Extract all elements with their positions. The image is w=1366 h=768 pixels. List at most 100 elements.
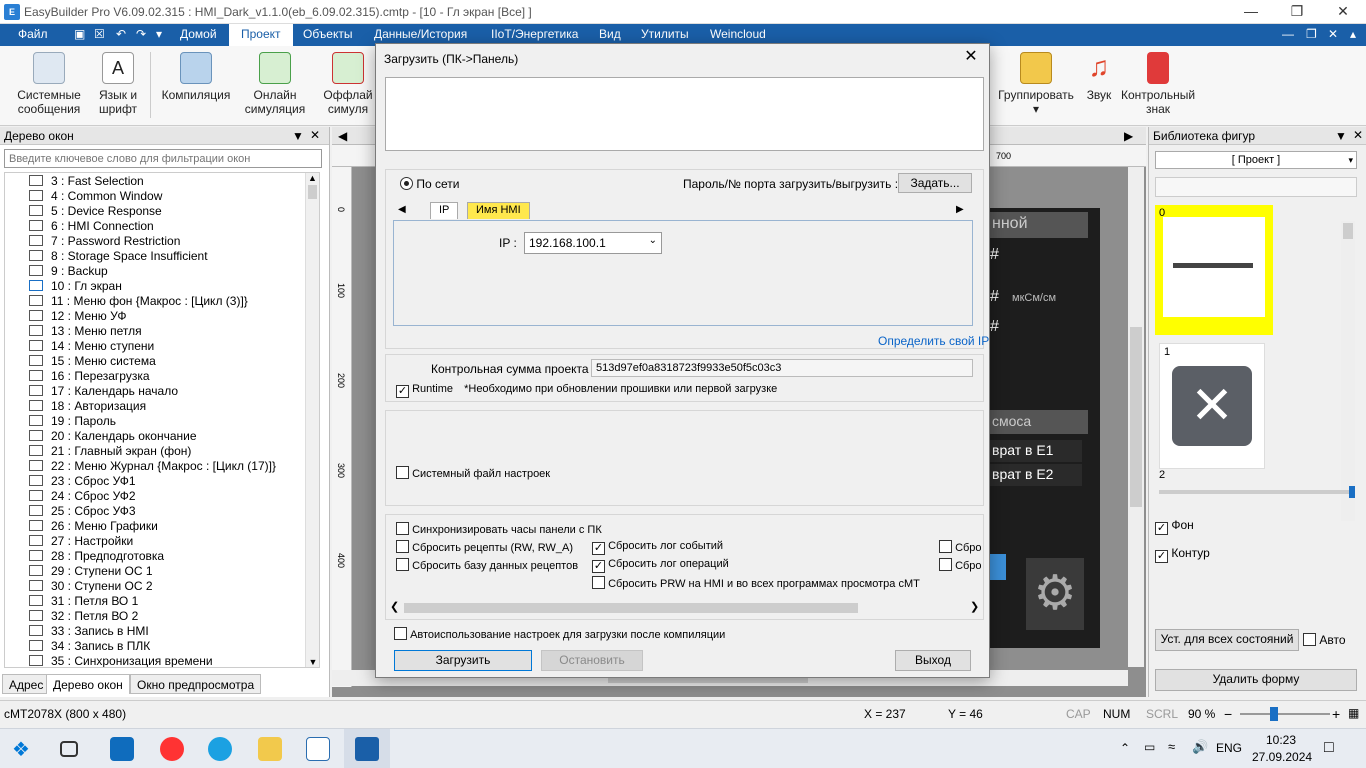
checkbox[interactable] <box>394 627 407 640</box>
tree-item[interactable]: 14 : Меню ступени <box>5 339 154 354</box>
stop-button[interactable]: Остановить <box>541 650 643 671</box>
panel-close-icon[interactable]: ✕ <box>1353 128 1363 142</box>
tree-item[interactable]: 26 : Меню Графики <box>5 519 158 534</box>
detect-ip-link[interactable]: Определить свой IP <box>878 334 989 348</box>
shape-item[interactable]: 1 ✕ <box>1159 343 1265 469</box>
reset-hscroll[interactable]: ❮ ❯ <box>390 600 980 616</box>
tree-item[interactable]: 13 : Меню петля <box>5 324 142 339</box>
tree-item[interactable]: 27 : Настройки <box>5 534 133 549</box>
checkbox[interactable] <box>592 576 605 589</box>
quick-access-dropdown-icon[interactable]: ▾ <box>156 27 162 41</box>
tree-item[interactable]: 5 : Device Response <box>5 204 162 219</box>
checkbox[interactable]: ✓ <box>592 542 605 555</box>
shape-item-selected[interactable]: 0 <box>1155 205 1273 335</box>
tree-item[interactable]: 30 : Ступени ОС 2 <box>5 579 153 594</box>
canvas-vscroll[interactable] <box>1128 167 1144 667</box>
clock-time[interactable]: 10:23 <box>1266 733 1296 747</box>
shape-list-scrollbar[interactable] <box>1341 221 1355 521</box>
reset-recipes-checkbox[interactable]: Сбросить рецепты (RW, RW_A) <box>396 540 573 554</box>
fill-checkbox[interactable]: ✓ Фон <box>1155 518 1194 535</box>
tree-item[interactable]: 15 : Меню система <box>5 354 156 369</box>
checkbox[interactable] <box>1303 633 1316 646</box>
tree-item[interactable]: 32 : Петля ВО 2 <box>5 609 138 624</box>
tree-item[interactable]: 21 : Главный экран (фон) <box>5 444 191 459</box>
tree-item[interactable]: 3 : Fast Selection <box>5 174 144 189</box>
outline-checkbox[interactable]: ✓ Контур <box>1155 546 1210 563</box>
tree-item[interactable]: 34 : Запись в ПЛК <box>5 639 150 654</box>
scroll-right-tab-icon[interactable]: ▶ <box>1124 129 1133 143</box>
ip-combobox[interactable]: 192.168.100.1 ⌄ <box>524 232 662 254</box>
shape-size-slider[interactable] <box>1159 486 1355 498</box>
scroll-left-tab-icon[interactable]: ◀ <box>338 129 347 143</box>
compile-button[interactable]: Компиляция <box>158 52 234 102</box>
auto-use-settings-checkbox[interactable]: Автоиспользование настроек для загрузки … <box>394 627 725 641</box>
tree-item[interactable]: 12 : Меню УФ <box>5 309 126 324</box>
edge-icon[interactable] <box>208 737 232 761</box>
shape-item[interactable]: 2 <box>1159 469 1165 481</box>
download-button[interactable]: Загрузить <box>394 650 532 671</box>
fit-screen-icon[interactable]: ▦ <box>1348 706 1359 720</box>
exit-button[interactable]: Выход <box>895 650 971 671</box>
tab-preview-window[interactable]: Окно предпросмотра <box>130 674 262 694</box>
menu-file[interactable]: Файл <box>18 27 48 41</box>
menu-data-history[interactable]: Данные/История <box>374 27 467 41</box>
menu-home[interactable]: Домой <box>180 27 217 41</box>
auto-checkbox[interactable]: Авто <box>1303 633 1346 647</box>
radio-button[interactable] <box>400 177 413 190</box>
mdi-minimize-icon[interactable]: — <box>1282 27 1294 41</box>
group-button[interactable]: Группировать ▾ <box>994 52 1078 116</box>
notification-icon[interactable]: □ <box>1324 739 1334 757</box>
set-all-states-button[interactable]: Уст. для всех состояний <box>1155 629 1299 651</box>
tab-scroll-right-icon[interactable]: ▶ <box>956 204 964 215</box>
panel-dropdown-icon[interactable]: ▼ <box>1335 129 1347 143</box>
easybuilder-taskbar-item[interactable] <box>344 729 390 768</box>
tree-item[interactable]: 10 : Гл экран <box>5 279 122 294</box>
tree-item[interactable]: 22 : Меню Журнал {Макрос : [Цикл (17)]} <box>5 459 276 474</box>
slider-thumb[interactable] <box>1349 486 1355 498</box>
scroll-right-icon[interactable]: ❯ <box>970 600 979 613</box>
tree-item[interactable]: 25 : Сброс УФ3 <box>5 504 136 519</box>
scroll-down-icon[interactable]: ▼ <box>306 657 319 667</box>
minimize-button[interactable]: — <box>1228 0 1274 24</box>
sync-clock-checkbox[interactable]: Синхронизировать часы панели с ПК <box>396 522 602 536</box>
reset-recipe-db-checkbox[interactable]: Сбросить базу данных рецептов <box>396 558 578 572</box>
tree-item[interactable]: 17 : Календарь начало <box>5 384 178 399</box>
tray-chevron-icon[interactable]: ⌃ <box>1120 741 1130 755</box>
shape-list-scroll-thumb[interactable] <box>1343 223 1353 239</box>
checkbox[interactable] <box>396 522 409 535</box>
menu-view[interactable]: Вид <box>599 27 621 41</box>
mdi-restore-icon[interactable]: ❐ <box>1306 27 1317 41</box>
zoom-slider-thumb[interactable] <box>1270 707 1278 721</box>
reset-extra-checkbox[interactable]: Сбро <box>939 558 982 572</box>
speaker-icon[interactable]: 🔊 <box>1192 739 1208 755</box>
tree-item[interactable]: 20 : Календарь окончание <box>5 429 197 444</box>
tree-item[interactable]: 24 : Сброс УФ2 <box>5 489 136 504</box>
canvas-vscroll-thumb[interactable] <box>1130 327 1142 507</box>
tree-item[interactable]: 9 : Backup <box>5 264 108 279</box>
undo-icon[interactable]: ↶ <box>116 27 126 41</box>
tree-item[interactable]: 23 : Сброс УФ1 <box>5 474 136 489</box>
panel-dropdown-icon[interactable]: ▼ <box>292 129 304 143</box>
tab-scroll-left-icon[interactable]: ◀ <box>398 204 406 215</box>
set-password-button[interactable]: Задать... <box>898 173 972 193</box>
language-font-button[interactable]: A Язык и шрифт <box>92 52 144 116</box>
scroll-up-icon[interactable]: ▲ <box>306 173 319 183</box>
tree-item[interactable]: 7 : Password Restriction <box>5 234 180 249</box>
zoom-slider[interactable] <box>1240 707 1330 721</box>
app-taskbar-icon[interactable] <box>306 737 330 761</box>
tree-item[interactable]: 8 : Storage Space Insufficient <box>5 249 208 264</box>
reset-operation-log-checkbox[interactable]: ✓ Сбросить лог операций <box>592 558 729 573</box>
close-doc-icon[interactable]: ☒ <box>94 27 105 41</box>
task-view-icon[interactable] <box>60 741 78 757</box>
yandex-browser-icon[interactable] <box>160 737 184 761</box>
tree-item[interactable]: 11 : Меню фон {Макрос : [Цикл (3)]} <box>5 294 248 309</box>
checkbox[interactable]: ✓ <box>1155 522 1168 535</box>
tree-item[interactable]: 33 : Запись в HMI <box>5 624 149 639</box>
help-icon[interactable]: ▴ <box>1350 27 1356 41</box>
tree-filter-input[interactable] <box>4 149 322 168</box>
tree-item[interactable]: 6 : HMI Connection <box>5 219 154 234</box>
checkbox[interactable] <box>939 558 952 571</box>
scroll-thumb[interactable] <box>308 185 317 199</box>
tree-scrollbar[interactable]: ▲ ▼ <box>305 173 319 667</box>
file-explorer-icon[interactable] <box>258 737 282 761</box>
